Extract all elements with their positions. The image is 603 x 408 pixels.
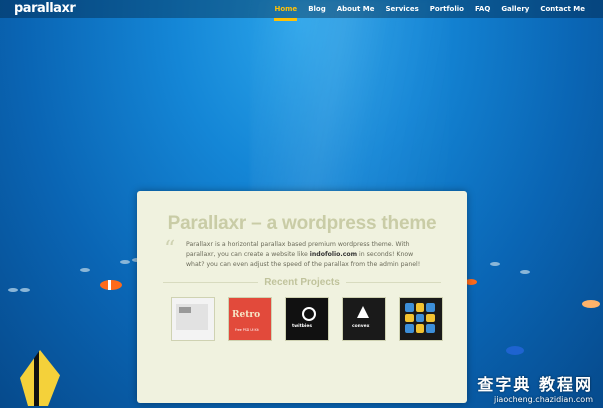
convex-logo-icon (357, 306, 369, 318)
icon-grid (405, 303, 435, 333)
project-word: twitbies (292, 324, 312, 329)
project-thumbnail-3[interactable]: twitbies (285, 297, 329, 341)
watermark-title: 查字典 教程网 (477, 375, 593, 394)
small-fish-icon (20, 288, 30, 292)
project-word: Retro (232, 310, 261, 320)
project-thumbnail-2[interactable]: Retro Free PSD UI Kit (228, 297, 272, 341)
small-fish-icon (80, 268, 90, 272)
divider (345, 281, 441, 283)
project-thumbnails: Retro Free PSD UI Kit twitbies convex (171, 297, 443, 341)
project-thumbnail-4[interactable]: convex (342, 297, 386, 341)
description: Parallaxr is a horizontal parallax based… (186, 240, 431, 270)
site-logo[interactable]: parallaxr (14, 1, 76, 16)
angelfish-icon (20, 350, 60, 406)
screenshot-icon (176, 304, 208, 330)
nav-portfolio[interactable]: Portfolio (430, 5, 464, 13)
nav-gallery[interactable]: Gallery (501, 5, 529, 13)
divider (163, 281, 259, 283)
twitbies-logo-icon (302, 307, 316, 321)
top-navigation-bar: parallaxr Home Blog About Me Services Po… (0, 0, 603, 21)
watermark-url: jiaocheng.chazidian.com (493, 395, 593, 404)
blue-fish-icon (506, 346, 524, 355)
project-subtitle: Free PSD UI Kit (235, 328, 259, 332)
page-title: Parallaxr – a wordpress theme (167, 213, 437, 234)
indofolio-link[interactable]: indofolio.com (310, 251, 357, 258)
clownfish-icon (100, 280, 122, 290)
small-fish-icon (490, 262, 500, 266)
nav-services[interactable]: Services (385, 5, 418, 13)
project-thumbnail-1[interactable] (171, 297, 215, 341)
nav-home[interactable]: Home (274, 5, 297, 21)
quote-icon: “ (164, 237, 176, 262)
content-card: Parallaxr – a wordpress theme “ Parallax… (137, 191, 467, 403)
project-thumbnail-5[interactable] (399, 297, 443, 341)
watermark: 查字典 教程网 jiaocheng.chazidian.com (477, 371, 593, 404)
nav-contact-me[interactable]: Contact Me (540, 5, 585, 13)
orange-fish-icon (582, 300, 600, 308)
nav-about-me[interactable]: About Me (337, 5, 375, 13)
nav-faq[interactable]: FAQ (475, 5, 490, 13)
main-nav: Home Blog About Me Services Portfolio FA… (274, 5, 585, 21)
recent-projects-heading: Recent Projects (163, 276, 441, 288)
small-fish-icon (8, 288, 18, 292)
recent-projects-label: Recent Projects (264, 276, 340, 288)
nav-blog[interactable]: Blog (308, 5, 326, 13)
small-fish-icon (520, 270, 530, 274)
project-word: convex (352, 324, 370, 329)
small-fish-icon (120, 260, 130, 264)
